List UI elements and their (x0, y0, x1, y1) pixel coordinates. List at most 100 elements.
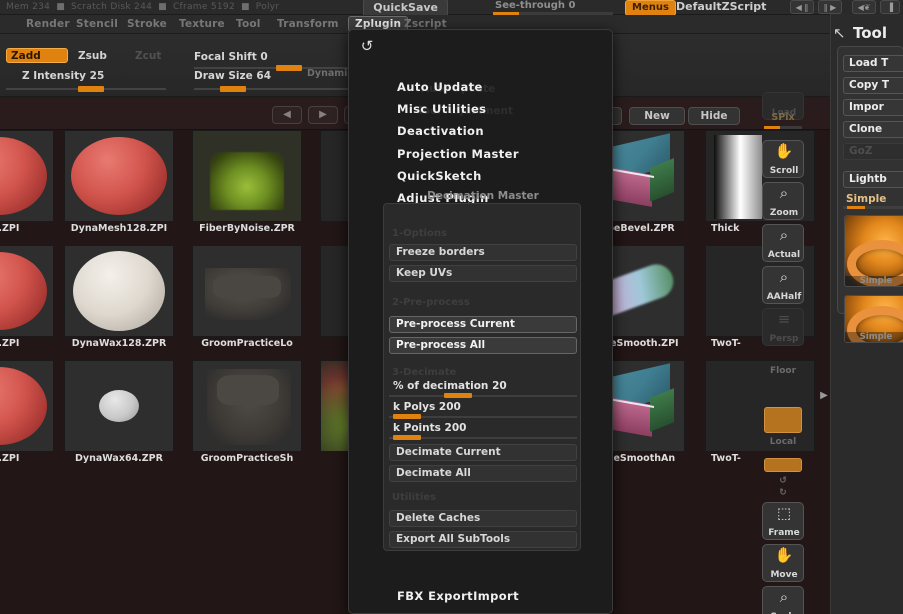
zoom-label: Zoom (769, 208, 799, 218)
hide-button[interactable]: Hide (688, 107, 740, 125)
refresh-icon[interactable]: ↺ (359, 39, 375, 55)
rotate-ccw-icon[interactable]: ↺ (760, 476, 806, 486)
zplugin-item-misc-utilities[interactable]: Misc Utilities (397, 102, 486, 116)
aahalf-label: AAHalf (766, 292, 802, 302)
k-points-slider[interactable]: k Points 200 (389, 422, 577, 441)
decimation-master-title[interactable]: Decimation Master (384, 190, 582, 202)
xyz-toggle-button[interactable] (764, 458, 802, 472)
menu-stroke[interactable]: Stroke (127, 18, 167, 30)
move-button[interactable]: ✋ Move (762, 544, 804, 582)
zscript-prev-button[interactable]: ◀ ‖ (790, 0, 814, 14)
tool-thumb[interactable]: Simple (844, 295, 903, 343)
spix-slider[interactable] (764, 126, 802, 129)
freeze-borders-button[interactable]: Freeze borders (389, 244, 577, 261)
copy-tool-button[interactable]: Copy T (843, 77, 903, 94)
thumb-item[interactable]: 064.ZPI (0, 360, 54, 475)
move-label: Move (770, 570, 798, 580)
menu-texture[interactable]: Texture (179, 18, 225, 30)
zplugin-item-deactivation[interactable]: Deactivation (397, 124, 484, 138)
thumb-item[interactable]: GroomPracticeLo (192, 245, 302, 360)
percent-of-decimation-slider[interactable]: % of decimation 20 (389, 380, 577, 399)
red-sphere-art (71, 137, 167, 215)
import-tool-button[interactable]: Impor (843, 99, 903, 116)
draw-size-label[interactable]: Draw Size 64 (194, 70, 271, 82)
floor-label[interactable]: Floor (760, 366, 806, 376)
zplugin-item-quicksketch[interactable]: QuickSketch (397, 169, 482, 183)
persp-button[interactable]: ≡ Persp (762, 308, 804, 346)
thumb-item[interactable]: FiberByNoise.ZPR (192, 130, 302, 245)
thumb-caption: GroomPracticeSh (200, 453, 294, 464)
dynamic-label[interactable]: Dynamic (307, 68, 353, 79)
thumb-item[interactable]: DynaWax64.ZPR (64, 360, 174, 475)
default-zscript-label[interactable]: DefaultZScript (676, 0, 766, 13)
tool-thumb[interactable]: Simple (844, 215, 903, 287)
section-utilities: Utilities (392, 492, 437, 503)
zscript-more-button[interactable]: ▐ (880, 0, 900, 14)
tool-panel-body: Load T Copy T Impor Clone GoZ Lightb Sim… (837, 46, 903, 343)
status-cframe: Cframe 5192 (172, 2, 235, 12)
draw-size-slider[interactable] (194, 86, 354, 92)
decimate-current-button[interactable]: Decimate Current (389, 444, 577, 461)
zcut-button[interactable]: Zcut (135, 50, 161, 62)
status-polyr: Polyr (255, 2, 280, 12)
simple-brush-slider[interactable]: Simple (843, 193, 903, 210)
status-sep2-icon: ■ (158, 2, 167, 12)
thumb-item[interactable]: DynaMesh128.ZPI (64, 130, 174, 245)
clone-tool-button[interactable]: Clone (843, 121, 903, 138)
tool-panel-title: Tool (853, 24, 887, 42)
frame-button[interactable]: ⬚ Frame (762, 502, 804, 540)
thumb-caption: 016.ZPI (0, 223, 20, 234)
zplugin-item-auto-update[interactable]: Auto Update (397, 80, 483, 94)
pre-process-all-button[interactable]: Pre-process All (389, 337, 577, 354)
decimate-all-button[interactable]: Decimate All (389, 465, 577, 482)
thumb-caption: DynaWax64.ZPR (75, 453, 163, 464)
menu-tool[interactable]: Tool (236, 18, 261, 30)
keep-uvs-button[interactable]: Keep UVs (389, 265, 577, 282)
lightbox-tool-button[interactable]: Lightb (843, 171, 903, 188)
menus-button[interactable]: Menus (625, 0, 676, 16)
focal-shift-label[interactable]: Focal Shift 0 (194, 51, 268, 63)
thumb-preview (192, 130, 302, 222)
zplugin-item-projection-master[interactable]: Projection Master (397, 147, 519, 161)
fiber-art (210, 151, 284, 210)
new-button[interactable]: New (629, 107, 685, 125)
frame-label: Frame (768, 528, 800, 538)
export-all-subtools-button[interactable]: Export All SubTools (389, 531, 577, 548)
z-intensity-label[interactable]: Z Intensity 25 (22, 70, 104, 82)
thumb-item[interactable]: 016.ZPI (0, 130, 54, 245)
zscript-load-button[interactable]: ◀❦ (852, 0, 876, 14)
thumb-item[interactable]: GroomPracticeSh (192, 360, 302, 475)
panel-collapse-arrow-icon[interactable]: ▶ (818, 390, 830, 430)
red-sphere-art (0, 252, 47, 330)
thumb-caption: GroomPracticeLo (201, 338, 293, 349)
zplugin-item-fbx-exportimport[interactable]: FBX ExportImport (397, 589, 519, 603)
status-sep-icon: ■ (56, 2, 66, 12)
scale-button[interactable]: ⌕ Scale (762, 586, 804, 614)
zscript-next-button[interactable]: ‖ ▶ (818, 0, 842, 14)
pre-process-current-button[interactable]: Pre-process Current (389, 316, 577, 333)
actual-button[interactable]: ⌕ Actual (762, 224, 804, 262)
zadd-button[interactable]: Zadd (6, 48, 68, 63)
thumb-item[interactable]: DynaWax128.ZPR (64, 245, 174, 360)
delete-caches-button[interactable]: Delete Caches (389, 510, 577, 527)
scroll-button[interactable]: ✋ Scroll (762, 140, 804, 178)
section-decimate: 3-Decimate (392, 367, 457, 378)
aahalf-button[interactable]: ⌕ AAHalf (762, 266, 804, 304)
thumb-preview (0, 245, 54, 337)
lightbox-prev-button[interactable]: ◀ (272, 106, 302, 124)
menu-transform[interactable]: Transform (277, 18, 339, 30)
load-tool-button[interactable]: Load T (843, 55, 903, 72)
move-icon: ✋ (774, 546, 794, 564)
rotate-cw-icon[interactable]: ↻ (760, 488, 806, 498)
thumb-item[interactable]: 032.ZPI (0, 245, 54, 360)
see-through-slider-label[interactable]: See-through 0 (495, 0, 575, 11)
menu-render[interactable]: Render (26, 18, 70, 30)
zoom-button[interactable]: ⌕ Zoom (762, 182, 804, 220)
goz-button[interactable]: GoZ (843, 143, 903, 160)
local-toggle-button[interactable] (764, 407, 802, 433)
k-polys-slider[interactable]: k Polys 200 (389, 401, 577, 420)
z-intensity-slider[interactable] (6, 86, 166, 92)
lightbox-next-button[interactable]: ▶ (308, 106, 338, 124)
menu-stencil[interactable]: Stencil (76, 18, 118, 30)
zsub-button[interactable]: Zsub (78, 50, 107, 62)
